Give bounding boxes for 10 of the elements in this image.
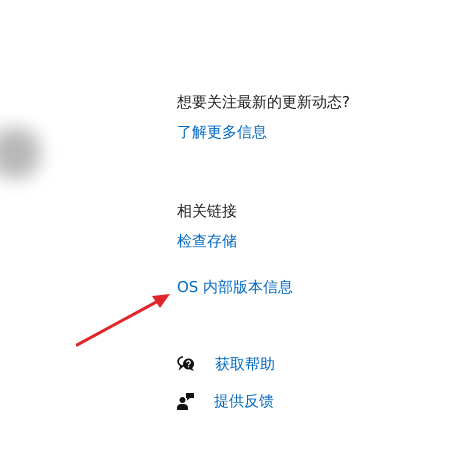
related-links-heading: 相关链接	[177, 201, 237, 222]
help-chat-icon	[177, 356, 195, 372]
feedback-person-icon	[177, 392, 194, 410]
related-link[interactable]: OS 内部版本信息	[177, 276, 294, 298]
feedback-link[interactable]: 提供反馈	[214, 390, 274, 412]
get-help-link[interactable]: 获取帮助	[215, 353, 275, 375]
updates-question: 想要关注最新的更新动态?	[177, 92, 350, 113]
related-link[interactable]: 检查存储	[177, 230, 237, 252]
blurred-area	[0, 128, 40, 178]
learn-more-link[interactable]: 了解更多信息	[177, 121, 267, 143]
